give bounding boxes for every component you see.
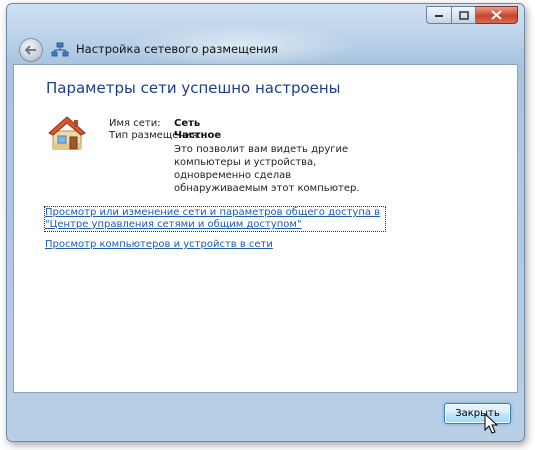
close-button[interactable]: Закрыть [444,403,511,424]
title-bar: Настройка сетевого размещения [7,4,524,68]
network-name-label: Имя сети: [109,118,161,129]
network-icon [51,42,69,57]
minimize-button[interactable] [426,6,452,24]
location-description: Это позволит вам видеть другие компьютер… [174,144,360,194]
window-controls [426,6,518,24]
content-panel: Параметры сети успешно настроены Имя сет… [13,64,518,393]
sharing-center-link[interactable]: Просмотр или изменение сети и параметров… [44,206,386,232]
minimize-icon [435,15,443,17]
back-button[interactable] [19,38,43,62]
network-name-value: Сеть [174,118,201,129]
back-arrow-icon [25,45,36,55]
close-window-button[interactable] [476,6,518,24]
maximize-icon [458,10,469,20]
location-type-value: Частное [174,130,222,141]
home-network-icon [48,116,86,150]
mouse-cursor-icon [484,413,498,434]
view-computers-link[interactable]: Просмотр компьютеров и устройств в сети [45,239,273,250]
close-icon [491,10,502,20]
page-heading: Параметры сети успешно настроены [46,79,341,97]
maximize-button[interactable] [452,6,476,24]
dialog-window: Настройка сетевого размещения Параметры … [6,3,525,442]
window-title: Настройка сетевого размещения [76,42,278,56]
